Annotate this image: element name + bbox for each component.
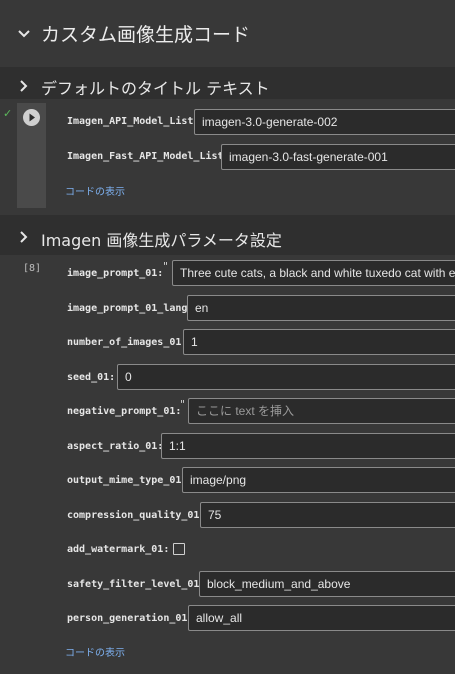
number-of-images-label: number_of_images_01: — [67, 337, 188, 348]
execution-count: [8] — [23, 263, 42, 274]
play-icon — [29, 113, 35, 122]
person-generation-label: person_generation_01: — [67, 613, 194, 624]
imagen-fast-api-model-list-label: Imagen_Fast_API_Model_List: — [67, 151, 230, 162]
imagen-section-title: Imagen 画像生成パラメータ設定 — [41, 231, 282, 250]
image-prompt-label: image_prompt_01: — [67, 268, 164, 279]
run-cell-button[interactable] — [23, 109, 40, 126]
negative-prompt-label: negative_prompt_01: — [67, 406, 182, 417]
quote-mark: " — [163, 260, 169, 273]
add-watermark-checkbox[interactable] — [173, 543, 185, 555]
quote-mark: " — [180, 398, 186, 411]
image-prompt-lang-label: image_prompt_01_lang: — [67, 303, 194, 314]
seed-input[interactable]: 0 — [117, 364, 455, 390]
add-watermark-label: add_watermark_01: — [67, 544, 170, 555]
show-code-link[interactable]: コードの表示 — [65, 183, 125, 198]
output-mime-type-label: output_mime_type_01: — [67, 475, 188, 486]
compression-quality-label: compression_quality_01: — [67, 510, 206, 521]
negative-prompt-input[interactable]: ここに text を挿入 — [188, 398, 455, 424]
safety-filter-level-label: safety_filter_level_01: — [67, 579, 206, 590]
collapse-main-section-chevron-icon[interactable] — [14, 23, 34, 43]
default-section-title: デフォルトのタイトル テキスト — [41, 79, 270, 98]
show-code-link[interactable]: コードの表示 — [65, 644, 125, 659]
number-of-images-input[interactable]: 1 — [183, 329, 455, 355]
safety-filter-level-select[interactable]: block_medium_and_above — [199, 571, 455, 597]
aspect-ratio-select[interactable]: 1:1 — [161, 433, 455, 459]
run-success-check-icon: ✓ — [3, 107, 13, 120]
output-mime-type-select[interactable]: image/png — [182, 467, 455, 493]
main-section-title: カスタム画像生成コード — [41, 24, 251, 46]
imagen-fast-api-model-list-select[interactable]: imagen-3.0-fast-generate-001 — [221, 144, 455, 170]
image-prompt-lang-select[interactable]: en — [187, 295, 455, 321]
image-prompt-input[interactable]: Three cute cats, a black and white tuxed… — [172, 260, 455, 286]
expand-section-chevron-icon[interactable] — [13, 76, 33, 96]
person-generation-select[interactable]: allow_all — [188, 605, 455, 631]
aspect-ratio-label: aspect_ratio_01: — [67, 441, 164, 452]
expand-section-chevron-icon[interactable] — [13, 227, 33, 247]
compression-quality-input[interactable]: 75 — [200, 502, 455, 528]
seed-label: seed_01: — [67, 372, 116, 383]
imagen-api-model-list-select[interactable]: imagen-3.0-generate-002 — [194, 109, 455, 135]
imagen-api-model-list-label: Imagen_API_Model_List: — [67, 116, 200, 127]
